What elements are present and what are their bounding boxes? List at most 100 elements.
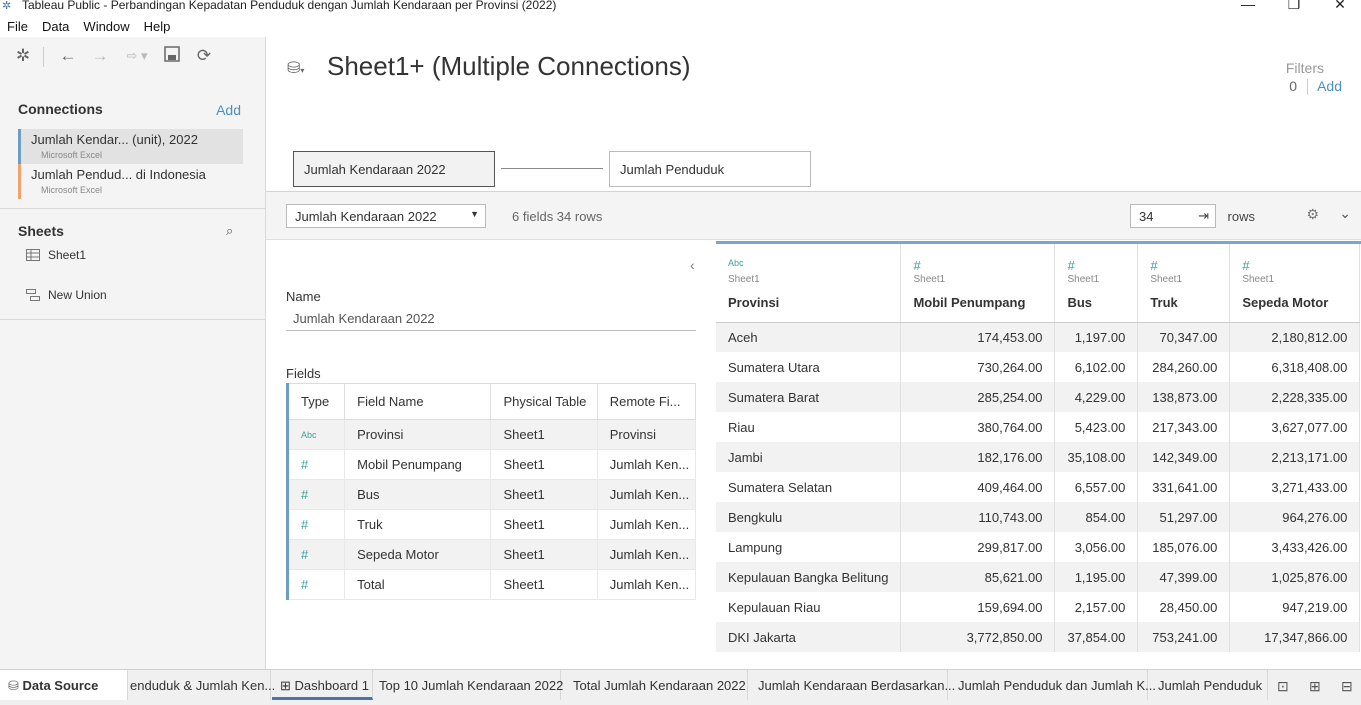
toolbar: ✲ ← → ⇨ ▾ ⟳ — [0, 37, 266, 77]
sheet-item-sheet1[interactable]: Sheet1 — [26, 248, 86, 262]
data-grid-table: Abc Sheet1 Provinsi # Sheet1 Mobil Penumpang #… — [716, 244, 1361, 652]
grid-cell: 299,817.00 — [900, 532, 1056, 562]
grid-cell: 142,349.00 — [1137, 442, 1231, 472]
tab-kendaraan-berdasarkan[interactable]: Jumlah Kendaraan Berdasarkan... — [748, 670, 955, 700]
datasource-title[interactable]: Sheet1+ (Multiple Connections) — [327, 51, 690, 82]
field-row[interactable]: # Mobil Penumpang Sheet1 Jumlah Ken... — [286, 449, 697, 480]
menu-bar: File Data Window Help — [0, 16, 177, 36]
metadata-pane: ‹ Name Jumlah Kendaraan 2022 Fields Type… — [266, 241, 716, 669]
filters-count: 0 — [1289, 78, 1297, 94]
chevron-down-icon[interactable]: ⌄ — [1339, 205, 1351, 222]
grid-column-header[interactable]: Abc Sheet1 Provinsi — [716, 244, 902, 323]
menu-window[interactable]: Window — [76, 16, 136, 36]
menu-help[interactable]: Help — [137, 16, 178, 36]
datasource-icon: ⛁ — [8, 678, 23, 693]
field-type-icon[interactable]: # — [913, 258, 1054, 273]
field-type-icon[interactable]: # — [1242, 258, 1359, 273]
remote-field-cell: Jumlah Ken... — [596, 449, 697, 480]
tab-jumlah-penduduk[interactable]: Jumlah Penduduk — [1148, 670, 1268, 700]
grid-row: Sumatera Barat 285,254.00 4,229.00 138,873.… — [716, 382, 1361, 412]
col-header-physical-table[interactable]: Physical Table — [490, 383, 598, 420]
connection-item-penduduk[interactable]: Jumlah Pendud... di Indonesia Microsoft … — [18, 164, 243, 199]
search-sheets-icon[interactable]: ⌕ — [226, 223, 233, 239]
field-type-icon[interactable]: # — [286, 479, 346, 510]
canvas-table-kendaraan[interactable]: Jumlah Kendaraan 2022 — [293, 151, 495, 187]
add-filter-link[interactable]: Add — [1317, 78, 1342, 94]
sheet-label: Sheet1 — [48, 248, 87, 262]
grid-cell: DKI Jakarta — [716, 622, 902, 652]
add-connection-link[interactable]: Add — [216, 102, 241, 118]
arrow-right-icon[interactable]: ⇥ — [1198, 208, 1209, 224]
union-icon — [26, 289, 40, 301]
field-type-icon[interactable]: # — [1067, 258, 1137, 273]
col-header-field-name[interactable]: Field Name — [344, 383, 492, 420]
redo-icon[interactable]: → — [90, 46, 110, 66]
col-header-type[interactable]: Type — [286, 383, 346, 420]
connection-type: Microsoft Excel — [41, 185, 103, 195]
minimize-icon[interactable]: — — [1238, 0, 1258, 12]
datasource-icon[interactable]: ⛁▾ — [287, 58, 304, 78]
field-row[interactable]: Abc Provinsi Sheet1 Provinsi — [286, 419, 697, 450]
tab-dashboard-1[interactable]: ⊞ Dashboard 1 — [272, 670, 373, 700]
field-type-icon[interactable]: # — [1150, 258, 1229, 273]
canvas-table-penduduk[interactable]: Jumlah Penduduk — [609, 151, 811, 187]
tableau-logo-icon[interactable]: ✲ — [13, 46, 33, 66]
connection-type: Microsoft Excel — [41, 150, 103, 160]
maximize-icon[interactable]: ❐ — [1284, 0, 1304, 13]
physical-table-cell: Sheet1 — [490, 569, 598, 600]
close-icon[interactable]: ✕ — [1330, 0, 1350, 13]
table-icon — [26, 249, 40, 261]
field-type-icon[interactable]: # — [286, 539, 346, 570]
refresh-icon[interactable]: ⟳ — [194, 46, 214, 66]
new-union-item[interactable]: New Union — [26, 288, 107, 302]
field-row[interactable]: # Bus Sheet1 Jumlah Ken... — [286, 479, 697, 510]
column-name: Provinsi — [728, 295, 780, 310]
field-type-icon[interactable]: # — [286, 449, 346, 480]
new-worksheet-icon[interactable]: ⊡ — [1277, 678, 1289, 695]
relationship-line[interactable] — [501, 168, 603, 169]
grid-row: Kepulauan Bangka Belitung 85,621.00 1,195.… — [716, 562, 1361, 592]
grid-cell: 28,450.00 — [1137, 592, 1231, 622]
data-grid: Abc Sheet1 Provinsi # Sheet1 Mobil Penumpang #… — [716, 241, 1361, 669]
field-type-icon[interactable]: # — [286, 569, 346, 600]
connection-item-kendaraan[interactable]: Jumlah Kendar... (unit), 2022 Microsoft … — [18, 129, 243, 164]
new-dashboard-icon[interactable]: ⊞ — [1309, 678, 1321, 695]
column-source: Sheet1 — [1150, 274, 1183, 285]
replay-icon[interactable]: ⇨ ▾ — [120, 46, 154, 66]
fields-label: Fields — [286, 366, 321, 381]
grid-cell: 3,772,850.00 — [900, 622, 1056, 652]
field-row[interactable]: # Sepeda Motor Sheet1 Jumlah Ken... — [286, 539, 697, 570]
tab-penduduk-dan-kendaraan[interactable]: Jumlah Penduduk dan Jumlah K... — [948, 670, 1156, 700]
field-row[interactable]: # Total Sheet1 Jumlah Ken... — [286, 569, 697, 600]
collapse-pane-icon[interactable]: ‹ — [690, 257, 695, 273]
field-row[interactable]: # Truk Sheet1 Jumlah Ken... — [286, 509, 697, 540]
divider — [1307, 79, 1308, 95]
table-select[interactable]: Jumlah Kendaraan 2022 ▼ — [286, 204, 486, 228]
grid-cell: 6,557.00 — [1054, 472, 1139, 502]
tab-sheet[interactable]: enduduk & Jumlah Ken... — [128, 670, 275, 700]
table-name-field[interactable]: Jumlah Kendaraan 2022 — [286, 311, 696, 331]
rows-input[interactable]: 34 ⇥ — [1130, 204, 1216, 228]
grid-column-header[interactable]: # Sheet1 Sepeda Motor — [1229, 244, 1361, 323]
field-type-icon[interactable]: # — [286, 509, 346, 540]
grid-column-header[interactable]: # Sheet1 Truk — [1137, 244, 1231, 323]
grid-cell: 947,219.00 — [1229, 592, 1361, 622]
grid-cell: 964,276.00 — [1229, 502, 1361, 532]
menu-data[interactable]: Data — [35, 16, 76, 36]
new-story-icon[interactable]: ⊟ — [1341, 678, 1353, 695]
physical-table-cell: Sheet1 — [490, 449, 598, 480]
grid-column-header[interactable]: # Sheet1 Bus — [1054, 244, 1139, 323]
tab-total-kendaraan[interactable]: Total Jumlah Kendaraan 2022 — [561, 670, 748, 700]
save-icon[interactable] — [162, 46, 182, 66]
col-header-remote-field[interactable]: Remote Fi... — [596, 383, 697, 420]
fields-table: Type Field Name Physical Table Remote Fi… — [286, 383, 697, 600]
tab-top10[interactable]: Top 10 Jumlah Kendaraan 2022 — [373, 670, 563, 700]
field-type-icon[interactable]: Abc — [728, 258, 900, 272]
gear-icon[interactable]: ⚙ — [1306, 206, 1319, 223]
undo-icon[interactable]: ← — [58, 46, 78, 66]
grid-column-header[interactable]: # Sheet1 Mobil Penumpang — [900, 244, 1056, 323]
connection-color-bar — [18, 164, 21, 199]
tab-data-source[interactable]: ⛁ Data Source — [0, 670, 128, 700]
menu-file[interactable]: File — [0, 16, 35, 36]
field-type-icon[interactable]: Abc — [286, 419, 346, 450]
